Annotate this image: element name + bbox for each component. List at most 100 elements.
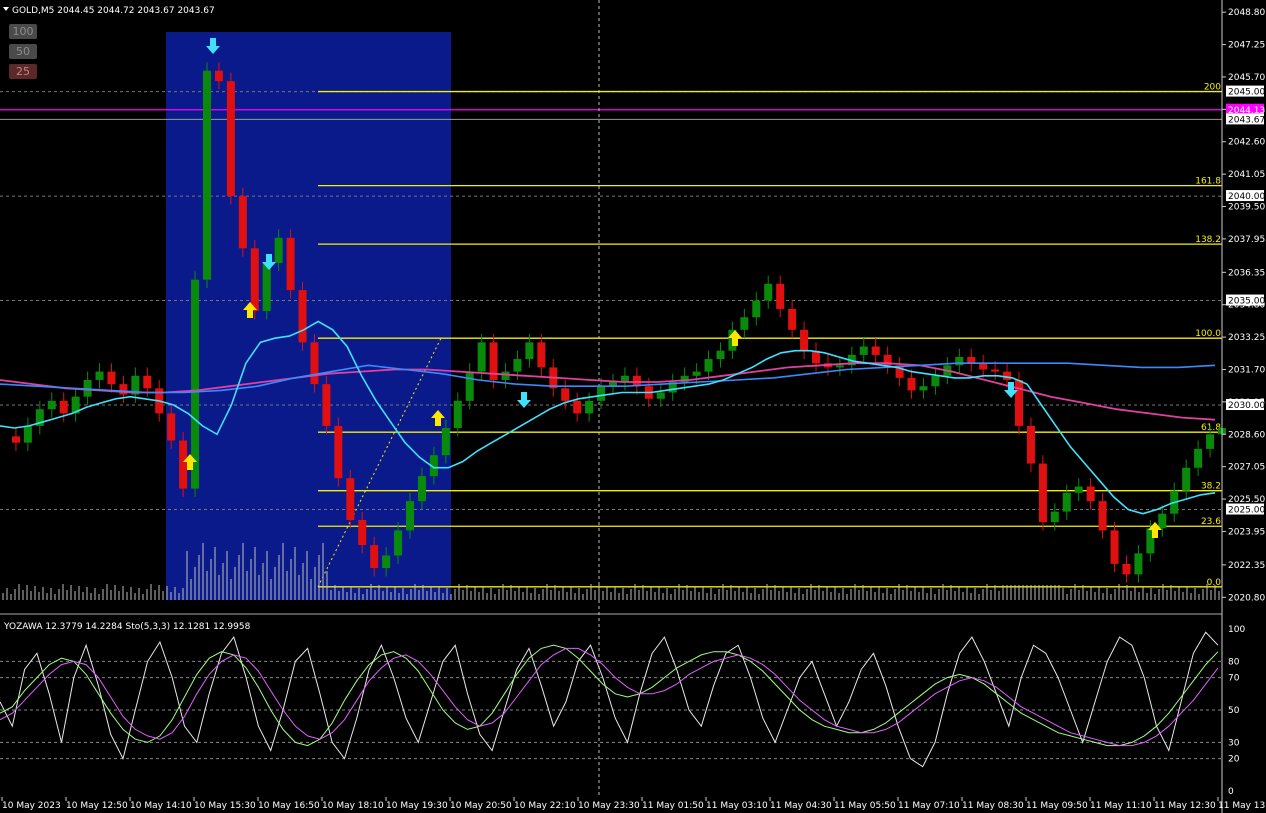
bear-candle bbox=[1015, 379, 1023, 426]
price-label-text: 2025.00 bbox=[1228, 506, 1265, 516]
bear-candle bbox=[788, 308, 797, 330]
bear-candle bbox=[179, 440, 188, 489]
oscillator-tick-label: 50 bbox=[1228, 706, 1240, 716]
fib-level-label: 0.0 bbox=[1207, 578, 1222, 588]
price-label-text: 2030.00 bbox=[1228, 401, 1265, 411]
bull-candle bbox=[394, 530, 403, 556]
bull-candle bbox=[1206, 434, 1215, 449]
bull-candle bbox=[477, 342, 486, 372]
bull-candle bbox=[23, 425, 32, 443]
menu-triangle-icon bbox=[3, 7, 9, 11]
bear-candle bbox=[573, 400, 582, 414]
price-tick-label: 2041.05 bbox=[1228, 170, 1265, 180]
bull-candle bbox=[525, 342, 534, 360]
bull-candle bbox=[406, 501, 414, 531]
bear-candle bbox=[1003, 371, 1012, 380]
zoom-button-100[interactable]: 100 bbox=[9, 24, 37, 39]
price-label-text: 2045.00 bbox=[1228, 88, 1265, 98]
bear-candle bbox=[226, 81, 235, 197]
bear-candle bbox=[776, 283, 785, 309]
bear-candle bbox=[59, 400, 68, 414]
zoom-button-50[interactable]: 50 bbox=[9, 44, 37, 59]
time-tick-label: 11 May 11:10 bbox=[1090, 801, 1152, 811]
bull-candle bbox=[704, 359, 713, 372]
price-tick-label: 2022.35 bbox=[1228, 561, 1265, 571]
bear-candle bbox=[107, 371, 116, 385]
bull-candle bbox=[274, 237, 283, 263]
bear-candle bbox=[1086, 486, 1095, 502]
bull-candle bbox=[597, 386, 606, 401]
time-tick-label: 10 May 14:10 bbox=[130, 801, 192, 811]
bear-candle bbox=[1122, 563, 1131, 575]
bull-candle bbox=[441, 428, 450, 456]
bear-candle bbox=[143, 375, 152, 389]
bull-candle bbox=[501, 371, 510, 380]
bull-candle bbox=[453, 400, 462, 429]
fib-level-label: 38.2 bbox=[1201, 482, 1221, 492]
bull-candle bbox=[95, 371, 104, 380]
bear-candle bbox=[979, 363, 988, 370]
bull-candle bbox=[382, 555, 391, 569]
bear-candle bbox=[907, 377, 916, 391]
bull-candle bbox=[513, 359, 522, 372]
bear-candle bbox=[871, 346, 880, 355]
bull-candle bbox=[692, 371, 701, 376]
bear-candle bbox=[298, 290, 307, 343]
bear-candle bbox=[1026, 425, 1035, 464]
bear-candle bbox=[310, 342, 319, 385]
time-tick-label: 10 May 2023 bbox=[2, 801, 61, 811]
bull-candle bbox=[716, 350, 725, 360]
bear-candle bbox=[800, 329, 809, 351]
price-tick-label: 2036.35 bbox=[1228, 268, 1265, 278]
bull-candle bbox=[203, 70, 211, 280]
symbol-quote-line: GOLD,M5 2044.45 2044.72 2043.67 2043.67 bbox=[12, 6, 215, 16]
fib-level-label: 138.2 bbox=[1195, 235, 1221, 245]
bear-candle bbox=[1098, 501, 1107, 531]
time-tick-label: 10 May 15:30 bbox=[194, 801, 256, 811]
trading-chart-window[interactable]: 200 161.8 138.2 100.0 61.8 38.2 23.6 0.0 2048.8… bbox=[0, 0, 1266, 813]
zoom-button-25[interactable]: 25 bbox=[9, 64, 37, 79]
bear-candle bbox=[250, 248, 259, 311]
bull-candle bbox=[835, 365, 844, 368]
price-tick-label: 2020.80 bbox=[1228, 593, 1265, 603]
bull-candle bbox=[585, 400, 594, 414]
bull-candle bbox=[955, 356, 964, 366]
chart-canvas[interactable]: 200161.8138.2100.061.838.223.60.0 2048.8… bbox=[0, 0, 1266, 813]
fib-level-label: 23.6 bbox=[1201, 517, 1221, 527]
time-tick-label: 10 May 18:10 bbox=[322, 801, 384, 811]
time-tick-label: 11 May 01:50 bbox=[642, 801, 704, 811]
bear-candle bbox=[1038, 463, 1047, 523]
bull-candle bbox=[931, 375, 940, 387]
bull-candle bbox=[752, 300, 761, 318]
time-tick-label: 11 May 04:30 bbox=[770, 801, 832, 811]
time-tick-label: 10 May 19:30 bbox=[386, 801, 448, 811]
time-tick-label: 10 May 16:50 bbox=[258, 801, 320, 811]
time-tick-label: 10 May 12:50 bbox=[66, 801, 128, 811]
bear-candle bbox=[1110, 530, 1119, 564]
price-tick-label: 2048.80 bbox=[1228, 8, 1265, 18]
price-tick-label: 2045.70 bbox=[1228, 73, 1265, 83]
bear-candle bbox=[322, 384, 331, 426]
oscillator-tick-label: 20 bbox=[1228, 755, 1240, 765]
price-tick-label: 2027.05 bbox=[1228, 463, 1265, 473]
bear-candle bbox=[358, 519, 367, 546]
bear-candle bbox=[346, 478, 355, 520]
bull-candle bbox=[764, 283, 773, 301]
bull-candle bbox=[656, 392, 665, 399]
time-tick-label: 10 May 22:10 bbox=[514, 801, 576, 811]
bull-candle bbox=[740, 317, 749, 330]
time-tick-label: 10 May 23:30 bbox=[578, 801, 640, 811]
time-tick-label: 11 May 07:10 bbox=[898, 801, 960, 811]
bear-candle bbox=[214, 70, 223, 82]
time-tick-label: 10 May 20:50 bbox=[450, 801, 512, 811]
bull-candle bbox=[1158, 513, 1167, 529]
bear-candle bbox=[370, 545, 379, 569]
price-tick-label: 2023.95 bbox=[1228, 527, 1265, 537]
sell-arrow-icon bbox=[517, 392, 531, 408]
bull-candle bbox=[1194, 448, 1203, 468]
time-tick-label: 11 May 13:50 bbox=[1218, 801, 1266, 811]
bull-candle bbox=[47, 400, 56, 410]
bear-candle bbox=[537, 342, 546, 368]
fib-level-label: 100.0 bbox=[1195, 329, 1221, 339]
bear-candle bbox=[334, 425, 343, 479]
